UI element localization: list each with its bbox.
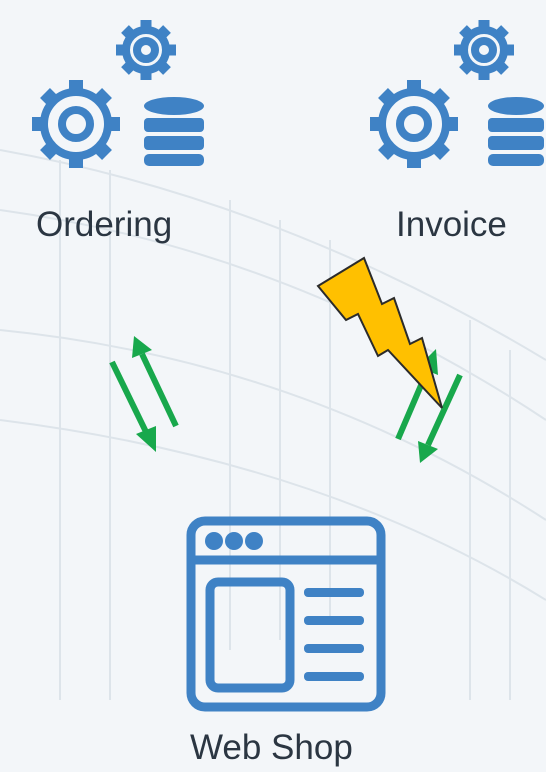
down-arrow-shaft [109,360,151,438]
ordering-connection-arrows [109,336,179,452]
webshop-label: Web Shop [190,728,353,767]
ordering-label: Ordering [36,205,173,244]
gears-database-icon [370,20,544,168]
gears-database-icon [32,20,204,168]
up-arrow-shaft [139,352,179,428]
invoice-label: Invoice [396,205,507,244]
lightning-icon [316,256,443,409]
browser-window-icon [186,516,386,712]
